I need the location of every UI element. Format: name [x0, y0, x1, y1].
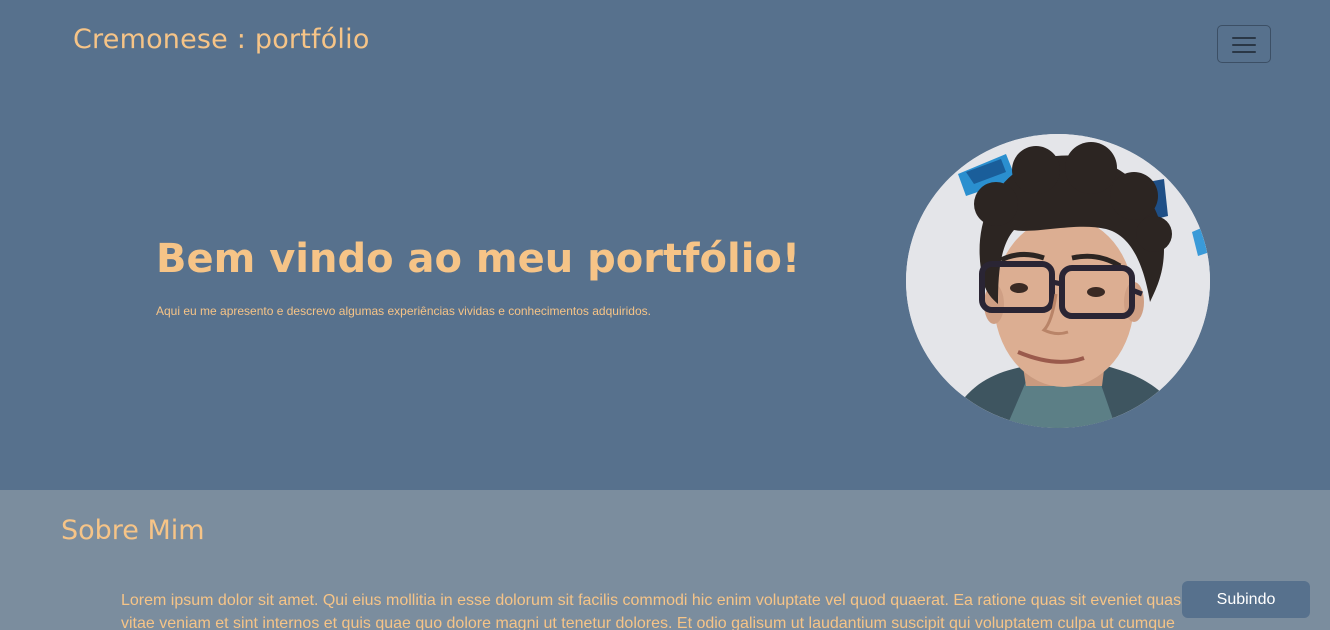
navbar-brand[interactable]: Cremonese : portfólio [73, 24, 370, 55]
about-title: Sobre Mim [61, 515, 205, 546]
hero-section: Cremonese : portfólio Bem vindo ao meu p… [0, 0, 1330, 490]
hero-subtitle: Aqui eu me apresento e descrevo algumas … [156, 304, 651, 318]
profile-photo [906, 134, 1210, 428]
scroll-top-button[interactable]: Subindo [1182, 581, 1310, 618]
hero-title: Bem vindo ao meu portfólio! [156, 236, 801, 282]
menu-toggle-button[interactable] [1217, 25, 1271, 63]
about-text: Lorem ipsum dolor sit amet. Qui eius mol… [121, 592, 1185, 630]
